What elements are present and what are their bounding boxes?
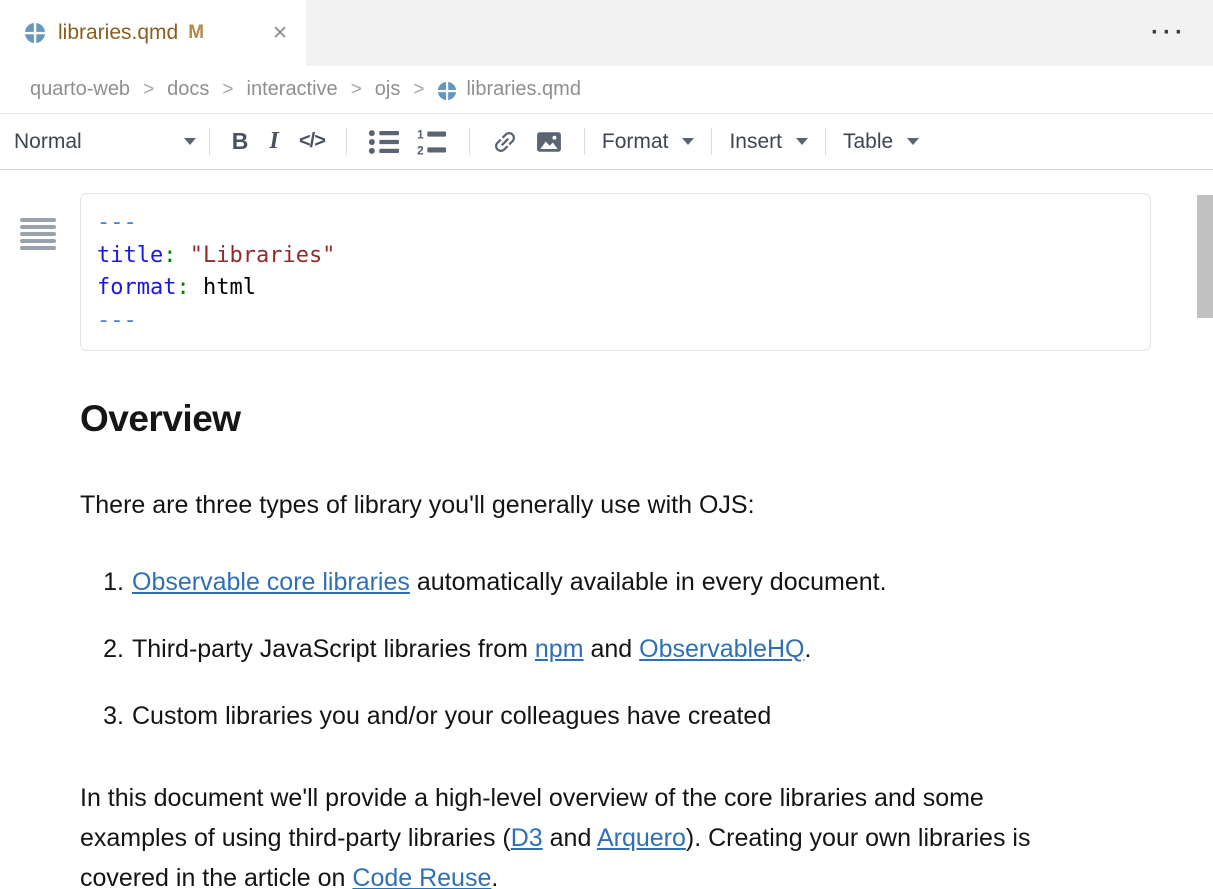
- yaml-front-matter-block[interactable]: ---title: "Libraries"format: html---: [80, 193, 1151, 351]
- toolbar-divider: [346, 128, 347, 155]
- breadcrumb-item-interactive[interactable]: interactive: [247, 78, 338, 101]
- paragraph-style-value: Normal: [14, 130, 82, 154]
- breadcrumb-item-docs[interactable]: docs: [167, 78, 209, 101]
- editor-window: libraries.qmd M ✕ ··· quarto-web > docs …: [0, 0, 1213, 889]
- quarto-icon: [24, 22, 46, 44]
- chevron-down-icon: [907, 138, 919, 145]
- code-line: title: "Libraries": [97, 240, 1134, 273]
- text-run: and: [584, 635, 640, 663]
- bullet-list-button[interactable]: [360, 122, 408, 162]
- editor-content[interactable]: ---title: "Libraries"format: html--- Ove…: [0, 193, 1213, 889]
- list-number: 3.: [80, 700, 124, 733]
- text-run: automatically available in every documen…: [410, 568, 887, 596]
- vertical-scrollbar-thumb[interactable]: [1197, 195, 1213, 318]
- numbered-list-icon: 1 2: [416, 128, 448, 156]
- breadcrumb: quarto-web > docs > interactive > ojs > …: [0, 66, 1213, 114]
- svg-text:2: 2: [417, 143, 424, 155]
- list-item: 1. Observable core libraries automatical…: [80, 566, 1133, 599]
- text-run: Custom libraries you and/or your colleag…: [132, 702, 771, 730]
- link-icon: [491, 128, 519, 156]
- breadcrumb-separator: >: [413, 79, 424, 101]
- intro-paragraph: There are three types of library you'll …: [80, 485, 1090, 525]
- code-line: format: html: [97, 272, 1134, 305]
- insert-image-button[interactable]: [527, 122, 571, 162]
- bullet-list-icon: [368, 128, 400, 156]
- tab-filename: libraries.qmd: [58, 21, 178, 45]
- inline-link[interactable]: Observable core libraries: [132, 568, 410, 596]
- svg-text:1: 1: [417, 128, 424, 142]
- outro-paragraph: In this document we'll provide a high-le…: [80, 778, 1090, 889]
- bold-icon: B: [232, 128, 249, 155]
- list-item-text: Custom libraries you and/or your colleag…: [132, 700, 771, 733]
- tab-bar: libraries.qmd M ✕ ···: [0, 0, 1213, 66]
- breadcrumb-item-ojs[interactable]: ojs: [375, 78, 401, 101]
- code-button[interactable]: </>: [291, 122, 333, 162]
- italic-button[interactable]: I: [257, 122, 291, 162]
- list-item: 3. Custom libraries you and/or your coll…: [80, 700, 1133, 733]
- code-line: ---: [97, 207, 1134, 240]
- text-run: There are three types of library you'll …: [80, 491, 755, 519]
- chevron-down-icon: [184, 138, 196, 145]
- paragraph-style-select[interactable]: Normal: [14, 130, 196, 154]
- heading-overview: Overview: [80, 398, 1133, 440]
- format-menu[interactable]: Format: [598, 130, 699, 154]
- insert-link-button[interactable]: [483, 122, 527, 162]
- toolbar-divider: [711, 128, 712, 155]
- chevron-down-icon: [682, 138, 694, 145]
- bold-button[interactable]: B: [223, 122, 257, 162]
- toolbar-divider: [209, 128, 210, 155]
- list-item-text: Third-party JavaScript libraries from np…: [132, 633, 811, 666]
- formatting-toolbar: Normal B I </> 1 2: [0, 114, 1213, 170]
- tab-bar-spacer: ···: [306, 0, 1213, 66]
- italic-icon: I: [269, 128, 278, 155]
- breadcrumb-separator: >: [222, 79, 233, 101]
- list-item: 2. Third-party JavaScript libraries from…: [80, 633, 1133, 666]
- toolbar-divider: [825, 128, 826, 155]
- image-icon: [535, 129, 563, 155]
- quarto-icon: [437, 81, 457, 101]
- more-actions-icon[interactable]: ···: [1151, 21, 1187, 45]
- breadcrumb-item-file[interactable]: libraries.qmd: [466, 78, 580, 101]
- code-line: ---: [97, 305, 1134, 338]
- inline-link[interactable]: ObservableHQ: [639, 635, 804, 663]
- inline-link[interactable]: D3: [511, 824, 543, 852]
- inline-link[interactable]: Code Reuse: [352, 864, 491, 889]
- modified-badge: M: [188, 22, 204, 44]
- library-types-list: 1. Observable core libraries automatical…: [80, 566, 1133, 733]
- table-menu[interactable]: Table: [839, 130, 923, 154]
- list-number: 2.: [80, 633, 124, 666]
- block-drag-handle-icon[interactable]: [20, 218, 56, 250]
- breadcrumb-separator: >: [143, 79, 154, 101]
- text-run: and: [543, 824, 597, 852]
- text-run: .: [491, 864, 498, 889]
- list-item-text: Observable core libraries automatically …: [132, 566, 887, 599]
- code-icon: </>: [299, 130, 325, 153]
- breadcrumb-item-quarto-web[interactable]: quarto-web: [30, 78, 130, 101]
- close-icon[interactable]: ✕: [272, 22, 288, 45]
- chevron-down-icon: [796, 138, 808, 145]
- insert-menu[interactable]: Insert: [725, 130, 812, 154]
- numbered-list-button[interactable]: 1 2: [408, 122, 456, 162]
- toolbar-divider: [584, 128, 585, 155]
- inline-link[interactable]: Arquero: [597, 824, 686, 852]
- inline-link[interactable]: npm: [535, 635, 584, 663]
- text-run: .: [805, 635, 812, 663]
- breadcrumb-separator: >: [351, 79, 362, 101]
- toolbar-divider: [469, 128, 470, 155]
- text-run: Third-party JavaScript libraries from: [132, 635, 535, 663]
- editor-tab-libraries[interactable]: libraries.qmd M ✕: [0, 0, 306, 66]
- list-number: 1.: [80, 566, 124, 599]
